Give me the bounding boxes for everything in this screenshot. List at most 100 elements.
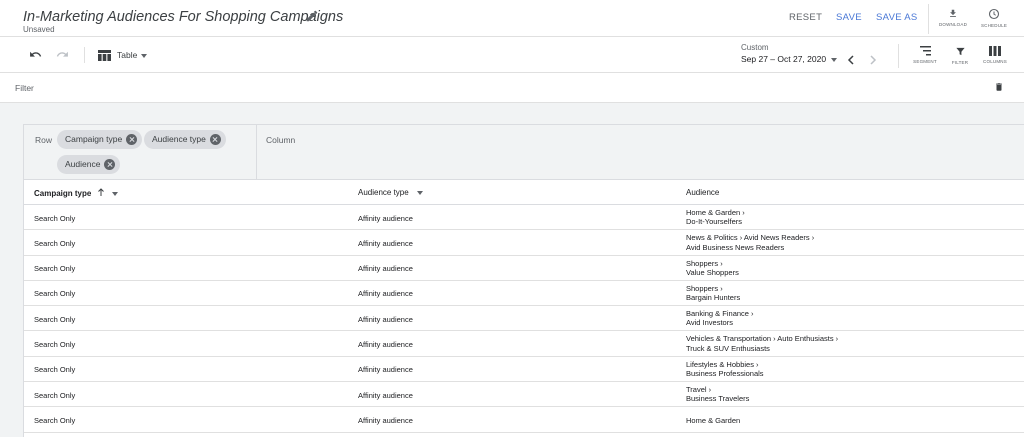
date-dropdown-chevron-icon[interactable] [831, 58, 837, 62]
segment-button[interactable]: SEGMENT [906, 46, 944, 64]
table-row[interactable]: Search Only Affinity audience Shoppers › Ba… [24, 281, 1024, 307]
remove-chip-icon[interactable] [104, 159, 116, 170]
row-chip-audience-type[interactable]: Audience type [144, 130, 226, 149]
delete-trash-icon[interactable] [994, 81, 1004, 93]
column-header-label: Audience type [358, 188, 409, 197]
cell-campaign-type: Search Only [34, 365, 76, 375]
view-type-label: Table [117, 50, 138, 60]
redo-icon[interactable] [56, 50, 69, 60]
table-row[interactable]: Search Only Affinity audience Vehicles & T… [24, 331, 1024, 357]
audience-path-line: Business Professionals [686, 369, 764, 379]
cell-audience-type: Affinity audience [358, 264, 413, 274]
filter-button[interactable]: FILTER [941, 46, 979, 65]
save-status: Unsaved [23, 25, 55, 34]
row-label: Row [35, 135, 53, 145]
filter-input-label[interactable]: Filter [15, 83, 34, 93]
download-button[interactable]: DOWNLOAD [934, 8, 972, 27]
audience-path-line: Shoppers › [686, 283, 723, 293]
cell-campaign-type: Search Only [34, 264, 76, 274]
audience-path-line: Lifestyles & Hobbies › [686, 359, 759, 369]
table-row[interactable]: Search Only Affinity audience Home & Garde… [24, 407, 1024, 433]
undo-icon[interactable] [29, 50, 42, 60]
table-row[interactable]: Search Only Affinity audience Home & Garde… [24, 205, 1024, 231]
table-row[interactable]: Search Only Affinity audience News & Polit… [24, 230, 1024, 256]
segment-icon [919, 46, 931, 56]
column-header-audience[interactable]: Audience [686, 188, 719, 197]
edit-pencil-icon[interactable] [305, 9, 319, 23]
table-row[interactable]: Search Only Affinity audience Travel › Busi… [24, 382, 1024, 408]
cell-audience: News & Politics › Avid News Readers › Avi… [686, 233, 814, 252]
save-button[interactable]: SAVE [836, 12, 862, 23]
cell-audience: Vehicles & Transportation › Auto Enthusi… [686, 334, 838, 353]
table-row[interactable]: Search Only Affinity audience Shoppers › Va… [24, 256, 1024, 281]
column-header-audience-type[interactable]: Audience type [358, 188, 423, 197]
columns-label: COLUMNS [983, 59, 1007, 64]
chevron-down-icon[interactable] [416, 190, 423, 195]
chip-label: Audience type [152, 134, 206, 144]
previous-period-icon[interactable] [847, 55, 854, 65]
cell-audience-type: Affinity audience [358, 339, 413, 349]
schedule-button[interactable]: SCHEDULE [975, 8, 1013, 28]
audience-path-line: Value Shoppers [686, 267, 739, 277]
toolbar-divider [84, 47, 85, 63]
download-icon [950, 9, 956, 17]
column-header-label: Audience [686, 188, 720, 197]
audience-path-line: Avid Investors [686, 318, 733, 328]
cell-audience: Shoppers › Bargain Hunters [686, 284, 740, 303]
report-table-card: Row Campaign type Audience type Audience… [23, 124, 1024, 437]
cell-campaign-type: Search Only [34, 415, 76, 425]
cell-audience-type: Affinity audience [358, 213, 413, 223]
audience-path-line: Home & Garden › [686, 208, 745, 217]
table-header: Campaign type Audience type Audience [24, 180, 1024, 205]
chevron-down-icon[interactable] [111, 191, 118, 196]
sort-ascending-icon[interactable] [97, 188, 104, 196]
cell-audience-type: Affinity audience [358, 238, 413, 248]
remove-chip-icon[interactable] [126, 134, 138, 145]
filter-funnel-icon [955, 47, 965, 56]
table-row[interactable]: Search Only Affinity audience Banking & Fi… [24, 306, 1024, 332]
audience-path-line: Business Travelers [686, 394, 750, 404]
pivot-divider [256, 125, 257, 180]
table-row[interactable]: Search Only Affinity audience Lifestyles &… [24, 357, 1024, 383]
cell-campaign-type: Search Only [34, 289, 76, 299]
cell-audience: Shoppers › Value Shoppers [686, 259, 739, 278]
table-icon [98, 50, 111, 61]
schedule-clock-icon [988, 8, 1000, 20]
toolbar-divider [898, 44, 899, 68]
next-period-icon[interactable] [870, 55, 877, 65]
audience-path-line: Truck & SUV Enthusiasts [686, 343, 770, 353]
row-chip-campaign-type[interactable]: Campaign type [57, 130, 143, 149]
report-title[interactable]: In-Marketing Audiences For Shopping Camp… [23, 9, 343, 25]
cell-campaign-type: Search Only [34, 238, 76, 248]
remove-chip-icon[interactable] [209, 134, 221, 145]
cell-audience: Travel › Business Travelers [686, 385, 749, 404]
download-label: DOWNLOAD [938, 22, 968, 27]
chip-label: Audience [65, 159, 101, 169]
audience-path-line: Banking & Finance › [686, 309, 754, 319]
audience-path-line: Home & Garden [686, 415, 741, 425]
row-chip-audience[interactable]: Audience [57, 155, 121, 174]
column-label: Column [266, 135, 296, 145]
cell-audience-type: Affinity audience [358, 365, 413, 375]
audience-path-line: News & Politics › Avid News Readers › [686, 233, 815, 243]
schedule-label: SCHEDULE [980, 23, 1008, 28]
cell-campaign-type: Search Only [34, 390, 76, 400]
chevron-down-icon [141, 54, 147, 58]
column-header-label: Campaign type [34, 189, 92, 198]
save-as-button[interactable]: SAVE AS [876, 12, 918, 23]
column-header-campaign-type[interactable]: Campaign type [34, 188, 118, 198]
cell-audience-type: Affinity audience [358, 289, 413, 299]
reset-button[interactable]: RESET [789, 12, 822, 23]
header-divider [928, 4, 929, 34]
cell-audience-type: Affinity audience [358, 415, 413, 425]
segment-label: SEGMENT [913, 59, 937, 64]
audience-path-line: Vehicles & Transportation › Auto Enthusi… [686, 334, 839, 344]
filter-bar[interactable]: Filter [0, 73, 1024, 103]
audience-path-line: Avid Business News Readers [686, 242, 785, 252]
pivot-editor: Row Campaign type Audience type Audience… [24, 125, 1024, 180]
chip-label: Campaign type [65, 134, 123, 144]
date-range-caption: Custom [741, 43, 769, 52]
date-range-picker[interactable]: Sep 27 – Oct 27, 2020 [741, 54, 826, 64]
columns-icon [989, 46, 1001, 56]
columns-button[interactable]: COLUMNS [976, 46, 1014, 64]
